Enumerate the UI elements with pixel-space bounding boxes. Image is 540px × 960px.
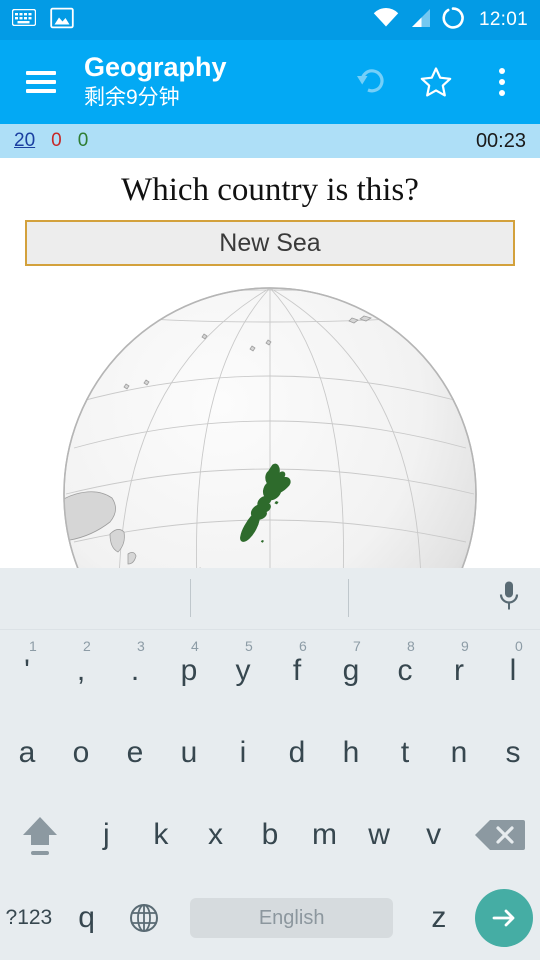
key-s[interactable]: s — [486, 712, 540, 794]
page-subtitle: 剩余9分钟 — [84, 85, 180, 109]
space-language-label: English — [189, 898, 394, 938]
keyboard-row-1: 1 ' 2, 3. 4p 5y 6f 7g 8c 9r 0l — [0, 630, 540, 712]
score-total[interactable]: 20 — [14, 130, 35, 152]
key-apostrophe[interactable]: 1 ' — [0, 630, 54, 712]
key-k[interactable]: k — [134, 794, 189, 876]
wifi-icon — [373, 7, 399, 33]
page-title: Geography — [84, 52, 227, 83]
suggestion-bar — [0, 568, 540, 630]
key-n[interactable]: n — [432, 712, 486, 794]
status-bar: 12:01 — [0, 0, 540, 40]
app-bar-titles: Geography 剩余9分钟 — [84, 53, 227, 111]
key-c[interactable]: 8c — [378, 630, 432, 712]
key-label: c — [397, 654, 413, 687]
key-y[interactable]: 5y — [216, 630, 270, 712]
status-bar-right-icons: 12:01 — [373, 6, 528, 35]
globe-image — [0, 286, 540, 568]
key-z[interactable]: z — [410, 876, 468, 960]
keyboard-icon — [11, 8, 37, 31]
key-f[interactable]: 6f — [270, 630, 324, 712]
key-o[interactable]: o — [54, 712, 108, 794]
key-hint: 2 — [83, 638, 91, 654]
keyboard-row-3: j k x b m w v — [0, 794, 540, 876]
score-wrong: 0 — [51, 130, 62, 151]
arrow-right-icon[interactable] — [474, 889, 533, 947]
key-m[interactable]: m — [297, 794, 352, 876]
status-bar-clock: 12:01 — [478, 9, 528, 30]
key-r[interactable]: 9r — [432, 630, 486, 712]
overflow-menu-icon[interactable] — [480, 60, 524, 104]
key-hint: 3 — [137, 638, 145, 654]
answer-input[interactable]: New Sea — [25, 220, 515, 266]
undo-icon[interactable] — [348, 60, 392, 104]
microphone-icon[interactable] — [496, 579, 522, 618]
star-icon[interactable] — [414, 60, 458, 104]
key-h[interactable]: h — [324, 712, 378, 794]
key-label: l — [509, 654, 517, 687]
key-hint: 1 — [29, 638, 37, 654]
key-b[interactable]: b — [243, 794, 298, 876]
key-symbols[interactable]: ?123 — [0, 876, 58, 960]
key-comma[interactable]: 2, — [54, 630, 108, 712]
status-bar-left-icons — [11, 6, 74, 35]
key-label: . — [130, 654, 140, 687]
quiz-question: Which country is this? — [121, 172, 419, 208]
key-label: y — [235, 654, 251, 687]
language-globe-icon[interactable] — [116, 876, 174, 960]
score-bar: 20 0 0 00:23 — [0, 124, 540, 158]
sync-circle-icon — [441, 6, 465, 35]
suggestion-divider — [348, 579, 349, 617]
key-g[interactable]: 7g — [324, 630, 378, 712]
key-v[interactable]: v — [406, 794, 461, 876]
app-bar: Geography 剩余9分钟 — [0, 40, 540, 124]
shift-icon[interactable] — [0, 794, 79, 876]
key-label: , — [76, 654, 86, 687]
keyboard-row-2: a o e u i d h t n s — [0, 712, 540, 794]
key-label: g — [342, 654, 360, 687]
key-d[interactable]: d — [270, 712, 324, 794]
app-root: 12:01 Geography 剩余9分钟 20 0 0 00:23 Which… — [0, 0, 540, 960]
key-hint: 9 — [461, 638, 469, 654]
key-label: p — [180, 654, 198, 687]
key-t[interactable]: t — [378, 712, 432, 794]
key-label: f — [292, 654, 302, 687]
key-p[interactable]: 4p — [162, 630, 216, 712]
key-period[interactable]: 3. — [108, 630, 162, 712]
answer-field-wrapper: New Sea — [25, 220, 515, 266]
key-a[interactable]: a — [0, 712, 54, 794]
key-space[interactable]: English — [173, 876, 410, 960]
key-q[interactable]: q — [58, 876, 116, 960]
globe-svg — [63, 287, 477, 568]
app-bar-actions — [348, 60, 540, 104]
quiz-timer: 00:23 — [475, 129, 526, 152]
key-hint: 5 — [245, 638, 253, 654]
key-j[interactable]: j — [79, 794, 134, 876]
key-label: ' — [24, 654, 30, 687]
enter-key-wrapper — [468, 876, 540, 960]
score-correct: 0 — [77, 130, 89, 151]
key-hint: 6 — [299, 638, 307, 654]
key-x[interactable]: x — [188, 794, 243, 876]
signal-icon — [409, 8, 431, 33]
key-w[interactable]: w — [352, 794, 407, 876]
key-u[interactable]: u — [162, 712, 216, 794]
hamburger-icon[interactable] — [26, 71, 56, 93]
backspace-icon[interactable] — [461, 794, 540, 876]
image-icon — [50, 6, 74, 35]
key-i[interactable]: i — [216, 712, 270, 794]
virtual-keyboard: 1 ' 2, 3. 4p 5y 6f 7g 8c 9r 0l a o e u i … — [0, 568, 540, 960]
key-e[interactable]: e — [108, 712, 162, 794]
key-hint: 0 — [515, 638, 523, 654]
key-hint: 8 — [407, 638, 415, 654]
keyboard-row-4: ?123 q English z — [0, 876, 540, 960]
key-label: r — [454, 654, 464, 687]
key-hint: 7 — [353, 638, 361, 654]
key-hint: 4 — [191, 638, 199, 654]
key-l[interactable]: 0l — [486, 630, 540, 712]
suggestion-divider — [190, 579, 191, 617]
